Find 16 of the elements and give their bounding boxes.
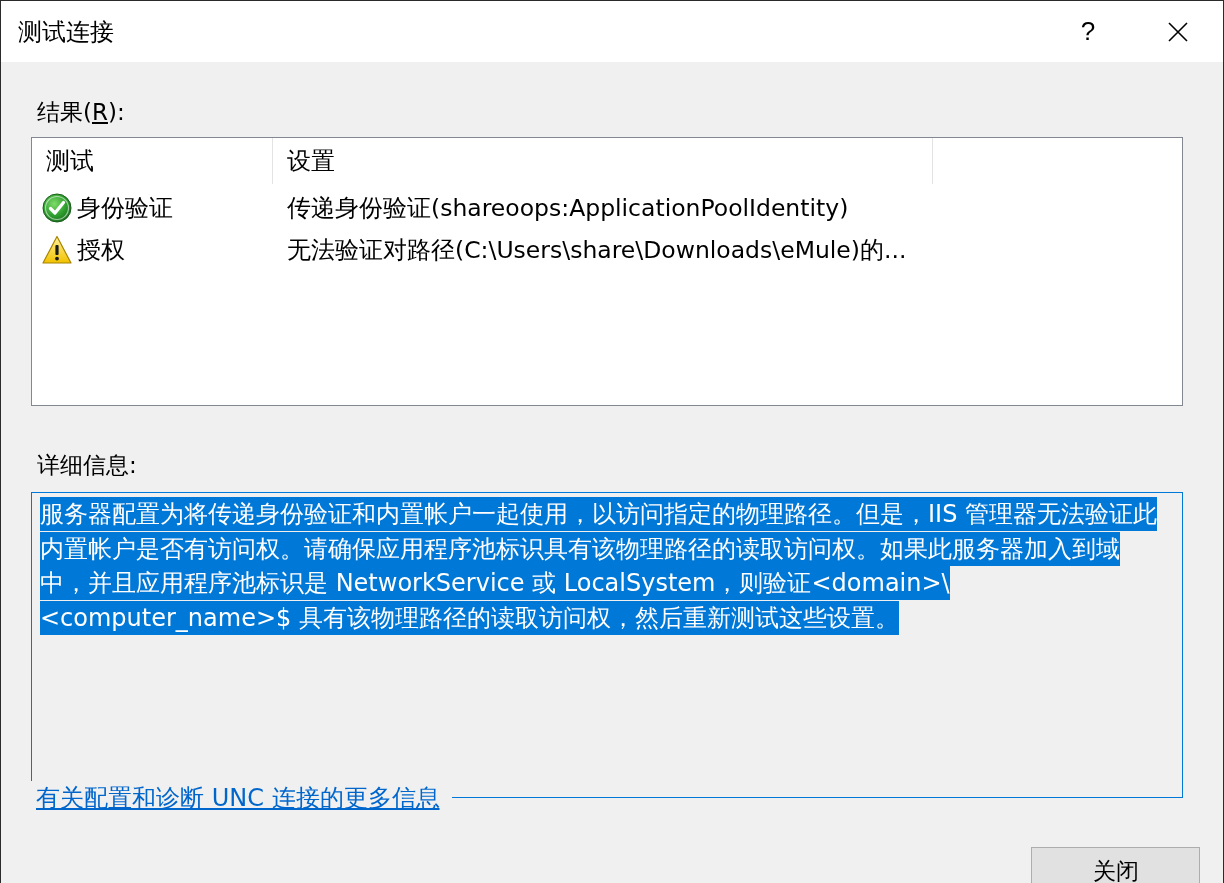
close-icon bbox=[1168, 21, 1188, 42]
test-name: 身份验证 bbox=[77, 193, 173, 223]
warning-icon bbox=[42, 235, 72, 265]
details-label: 详细信息: bbox=[36, 451, 137, 480]
results-list[interactable]: 测试 设置 身份验证 传递身份验证(shareoops:ApplicationPoolIdentity) 授权 无法验证对路径(C:\Users\share\Downloads\eMule)的... bbox=[31, 137, 1183, 406]
column-header[interactable]: 测试 bbox=[32, 138, 273, 184]
setting-text: 无法验证对路径(C:\Users\share\Downloads\eMule)的... bbox=[287, 235, 907, 265]
setting-text: 传递身份验证(shareoops:ApplicationPoolIdentity) bbox=[287, 193, 849, 223]
window-title: 测试连接 bbox=[18, 16, 114, 47]
details-text: 服务器配置为将传递身份验证和内置帐户一起使用，以访问指定的物理路径。但是，IIS 管理器无法验证此内置帐户是否有访问权。请确保应用程序池标识具有该物理路径的读取访问权。如果此服务器加入到域中，并且应用程序池标识是 NetworkService 或 LocalSystem，则验证<domain>\<computer_name>$ 具有该物理路径的读取访问权，然后重新测试这些设置。 bbox=[40, 497, 1160, 635]
results-label: 结果(R): bbox=[36, 98, 125, 127]
help-button[interactable]: ? bbox=[1043, 1, 1133, 62]
test-name: 授权 bbox=[77, 235, 125, 265]
check-circle-icon bbox=[42, 193, 72, 223]
close-button[interactable]: 关闭 bbox=[1031, 847, 1200, 883]
column-header[interactable]: 设置 bbox=[273, 138, 933, 184]
